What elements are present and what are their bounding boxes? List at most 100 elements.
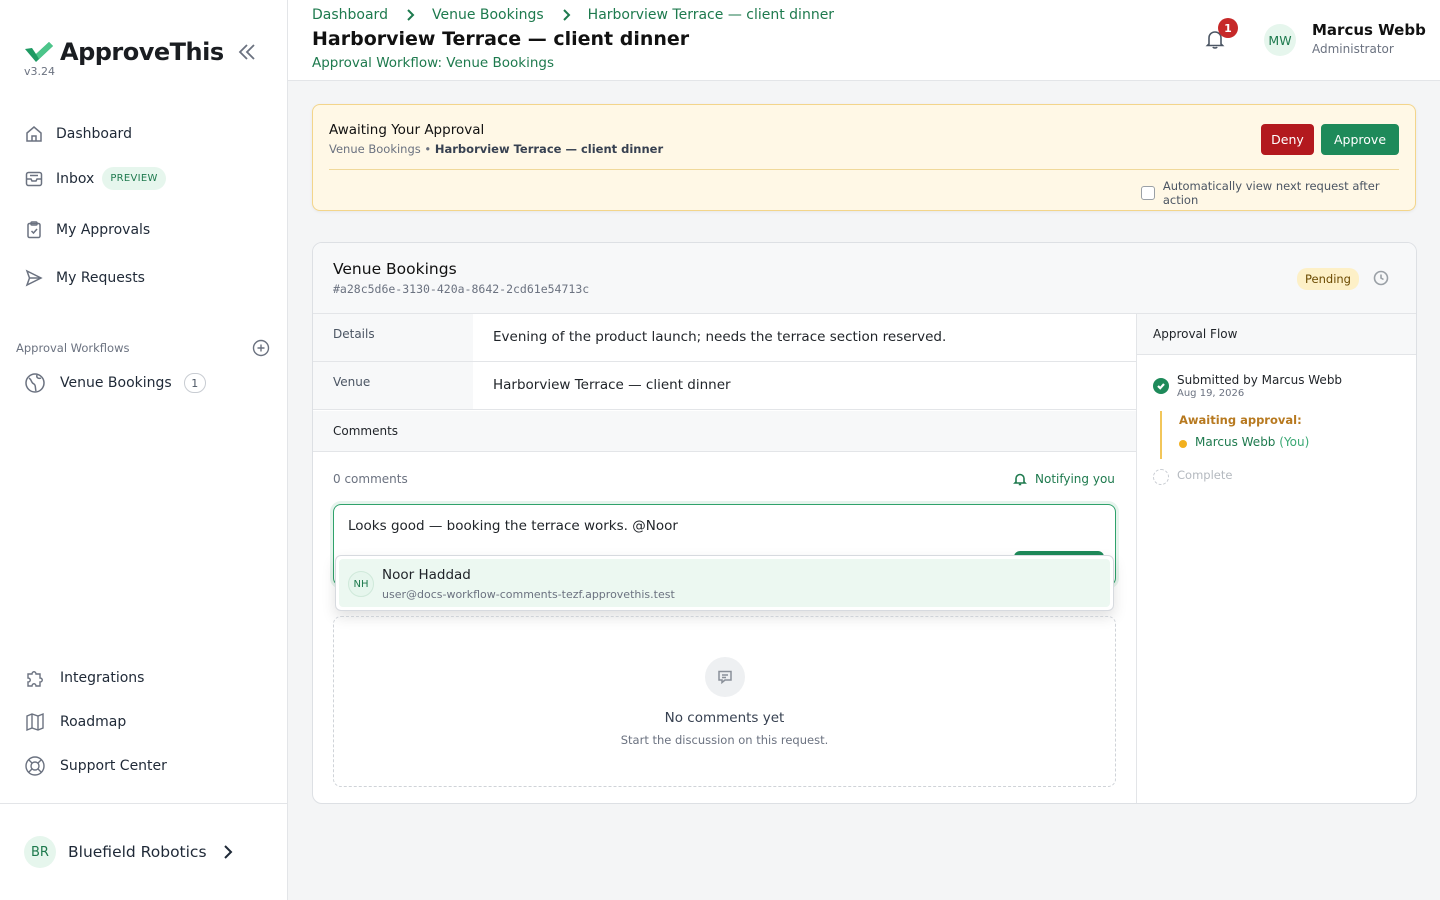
approval-flow-header: Approval Flow	[1137, 314, 1416, 355]
empty-subtitle: Start the discussion on this request.	[620, 733, 829, 747]
empty-title: No comments yet	[664, 710, 785, 726]
sidebar-item-roadmap[interactable]: Roadmap	[24, 711, 126, 733]
chevron-right-icon	[562, 9, 571, 21]
flow-approver[interactable]: Marcus Webb (You)	[1195, 435, 1309, 449]
home-icon	[26, 126, 42, 142]
sidebar: ApproveThis v3.24 Dashboard Inbox PREVIE…	[0, 0, 288, 900]
bell-icon	[1013, 473, 1027, 486]
comments-header: Comments	[313, 411, 1136, 452]
sidebar-item-dashboard[interactable]: Dashboard	[24, 124, 132, 144]
map-icon	[26, 712, 44, 732]
awaiting-divider	[329, 169, 1399, 170]
awaiting-separator: •	[424, 142, 432, 156]
lifebuoy-icon	[25, 756, 45, 776]
user-role: Administrator	[1312, 42, 1394, 56]
workflow-label: Venue Bookings	[60, 375, 172, 391]
empty-comments-state: No comments yet Start the discussion on …	[333, 616, 1116, 787]
awaiting-subtitle: Venue Bookings • Harborview Terrace — cl…	[329, 142, 663, 156]
flow-approver-name: Marcus Webb	[1195, 435, 1276, 449]
sidebar-item-integrations[interactable]: Integrations	[24, 667, 144, 689]
app-name: ApproveThis	[60, 38, 224, 66]
deny-button[interactable]: Deny	[1261, 124, 1314, 155]
mention-name: Noor Haddad	[382, 567, 471, 583]
auto-next-option[interactable]: Automatically view next request after ac…	[1141, 179, 1415, 207]
sidebar-item-label: Dashboard	[56, 126, 132, 142]
globe-icon	[25, 373, 45, 393]
sidebar-item-my-requests[interactable]: My Requests	[24, 268, 145, 288]
page-subtitle: Approval Workflow: Venue Bookings	[312, 55, 554, 71]
send-icon	[25, 269, 43, 287]
flow-submitted-date: Aug 19, 2026	[1177, 388, 1245, 399]
page-header: Dashboard Venue Bookings Harborview Terr…	[288, 0, 1440, 81]
sidebar-item-label: Inbox	[56, 170, 95, 187]
field-value: Evening of the product launch; needs the…	[493, 329, 947, 345]
field-label: Details	[313, 314, 473, 361]
sidebar-item-inbox[interactable]: Inbox PREVIEW	[24, 167, 166, 190]
notification-count-badge: 1	[1218, 18, 1238, 38]
add-workflow-icon[interactable]	[252, 339, 270, 357]
chevron-right-icon	[407, 9, 415, 21]
breadcrumb-venue-bookings[interactable]: Venue Bookings	[432, 7, 544, 23]
mention-option[interactable]: NH Noor Haddad user@docs-workflow-commen…	[339, 559, 1110, 607]
page-title: Harborview Terrace — client dinner	[312, 28, 690, 50]
breadcrumb-current[interactable]: Harborview Terrace — client dinner	[588, 7, 834, 23]
sidebar-item-label: My Requests	[56, 270, 145, 286]
comment-count: 0 comments	[333, 472, 408, 486]
field-row-details: Details Evening of the product launch; n…	[313, 314, 1136, 362]
history-clock-icon[interactable]	[1373, 270, 1389, 286]
sidebar-item-label: My Approvals	[56, 222, 151, 238]
mention-email: user@docs-workflow-comments-tezf.approve…	[382, 588, 675, 601]
comment-draft-text: Looks good — booking the terrace works. …	[348, 518, 678, 534]
org-name: Bluefield Robotics	[68, 843, 207, 861]
awaiting-workflow: Venue Bookings	[329, 142, 421, 156]
flow-approver-suffix: (You)	[1279, 435, 1310, 449]
mention-suggestions: NH Noor Haddad user@docs-workflow-commen…	[335, 555, 1114, 611]
app-logo[interactable]: ApproveThis	[24, 38, 224, 66]
flow-awaiting-label: Awaiting approval:	[1179, 413, 1302, 427]
sidebar-item-my-approvals[interactable]: My Approvals	[24, 220, 150, 240]
puzzle-icon	[27, 671, 43, 687]
sidebar-item-venue-bookings[interactable]: Venue Bookings 1	[24, 372, 206, 394]
awaiting-approval-banner: Awaiting Your Approval Venue Bookings • …	[312, 104, 1416, 211]
workflow-count-badge: 1	[183, 373, 206, 393]
preview-badge: PREVIEW	[102, 167, 166, 190]
sidebar-item-label: Roadmap	[60, 714, 127, 730]
logo-check-icon	[25, 42, 53, 62]
dashed-circle-icon	[1153, 469, 1169, 485]
workflows-section-label: Approval Workflows	[16, 341, 130, 355]
mention-avatar: NH	[348, 571, 374, 597]
request-header: Venue Bookings #a28c5d6e-3130-420a-8642-…	[313, 243, 1416, 314]
collapse-sidebar-icon[interactable]	[236, 41, 258, 63]
sidebar-item-label: Support Center	[60, 758, 167, 774]
notify-label: Notifying you	[1035, 472, 1115, 486]
inbox-icon	[25, 171, 43, 186]
request-workflow-title: Venue Bookings	[333, 260, 457, 278]
org-avatar: BR	[24, 836, 56, 868]
sidebar-item-label: Integrations	[60, 670, 145, 686]
breadcrumb-dashboard[interactable]: Dashboard	[312, 7, 388, 23]
flow-complete-label: Complete	[1177, 468, 1233, 482]
field-label: Venue	[313, 362, 473, 409]
sidebar-item-support-center[interactable]: Support Center	[24, 755, 167, 777]
field-row-venue: Venue Harborview Terrace — client dinner	[313, 362, 1136, 410]
request-id: #a28c5d6e-3130-420a-8642-2cd61e54713c	[333, 282, 590, 296]
user-name: Marcus Webb	[1312, 21, 1426, 39]
auto-next-label: Automatically view next request after ac…	[1162, 179, 1380, 207]
breadcrumb: Dashboard Venue Bookings Harborview Terr…	[312, 7, 834, 23]
auto-next-checkbox[interactable]	[1141, 186, 1155, 200]
check-circle-icon	[1153, 378, 1169, 394]
request-card: Venue Bookings #a28c5d6e-3130-420a-8642-…	[312, 242, 1417, 804]
sidebar-divider	[0, 803, 288, 804]
approve-button[interactable]: Approve	[1321, 124, 1399, 155]
flow-submitted: Submitted by Marcus Webb	[1177, 373, 1343, 387]
awaiting-title: Awaiting Your Approval	[329, 122, 485, 138]
org-switcher[interactable]: BR Bluefield Robotics	[24, 836, 235, 868]
flow-connector	[1160, 411, 1162, 459]
status-badge: Pending	[1297, 268, 1359, 290]
notify-toggle[interactable]: Notifying you	[1013, 472, 1115, 486]
field-value: Harborview Terrace — client dinner	[493, 377, 731, 393]
pending-dot-icon	[1179, 440, 1187, 448]
approval-flow-panel: Approval Flow Submitted by Marcus Webb A…	[1136, 314, 1416, 803]
comment-bubble-icon	[705, 657, 745, 697]
user-avatar[interactable]: MW	[1264, 24, 1296, 56]
